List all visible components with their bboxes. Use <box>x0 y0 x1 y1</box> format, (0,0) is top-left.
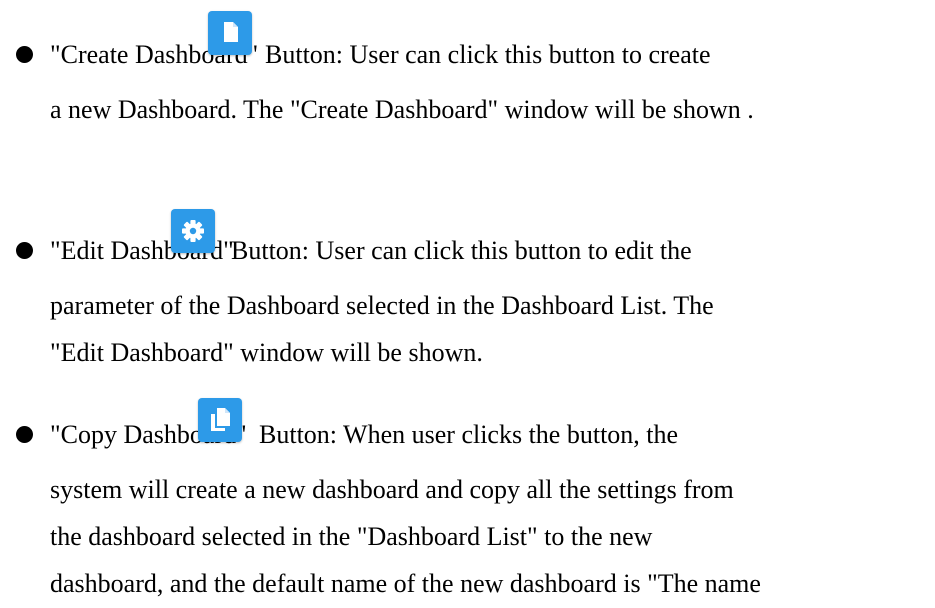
copy-icon <box>198 398 242 442</box>
bullet-dot <box>16 426 33 443</box>
bullet-dot <box>16 242 33 259</box>
copy-dashboard-description-line-3: the dashboard selected in the "Dashboard… <box>50 522 653 551</box>
bullet-dot <box>16 46 33 63</box>
create-dashboard-description-line-2: a new Dashboard. The "Create Dashboard" … <box>50 95 754 124</box>
create-dashboard-description-line-1: Button: User can click this button to cr… <box>265 40 711 69</box>
file-icon <box>208 11 252 55</box>
copy-dashboard-description-line-2: system will create a new dashboard and c… <box>50 475 734 504</box>
copy-dashboard-description-line-1: Button: When user clicks the button, the <box>259 420 679 449</box>
gear-icon <box>171 209 215 253</box>
copy-dashboard-description-line-4: dashboard, and the default name of the n… <box>50 569 761 598</box>
edit-dashboard-description-line-2: parameter of the Dashboard selected in t… <box>50 291 714 320</box>
edit-dashboard-description-line-3: "Edit Dashboard" window will be shown. <box>50 338 483 367</box>
edit-dashboard-description-line-1: Button: User can click this button to ed… <box>231 236 692 265</box>
